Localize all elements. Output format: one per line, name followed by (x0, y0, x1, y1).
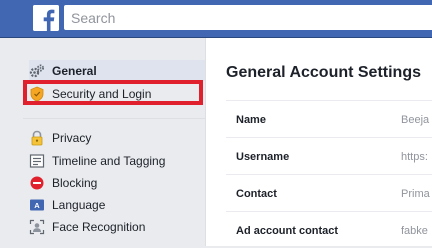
row-value: Beeja (401, 114, 430, 126)
search-input[interactable] (64, 5, 432, 30)
timeline-icon (29, 153, 45, 169)
sidebar-item-label: General (52, 63, 97, 78)
sidebar-item-security-and-login[interactable]: Security and Login (29, 83, 205, 104)
sidebar-item-privacy[interactable]: Privacy (29, 127, 205, 148)
row-label: Username (236, 151, 290, 163)
settings-row-contact[interactable]: Contact Prima (226, 174, 432, 211)
gears-icon (29, 63, 45, 79)
general-settings-panel: General Account Settings Name Beeja User… (205, 38, 432, 246)
sidebar-item-label: Privacy (52, 130, 92, 145)
padlock-icon (29, 130, 45, 146)
sidebar-item-language[interactable]: A Language (29, 194, 205, 215)
row-label: Ad account contact (236, 225, 339, 237)
sidebar-item-blocking[interactable]: Blocking (29, 172, 205, 193)
settings-sidebar: General Security and Login Privacy Timel… (0, 38, 205, 246)
facebook-logo-icon[interactable] (33, 5, 59, 31)
block-icon (29, 175, 45, 191)
face-recognition-icon (29, 219, 45, 235)
svg-text:A: A (34, 201, 40, 210)
sidebar-item-label: Language (52, 197, 106, 212)
sidebar-item-timeline-and-tagging[interactable]: Timeline and Tagging (29, 150, 205, 171)
settings-row-name[interactable]: Name Beeja (226, 100, 432, 137)
language-icon: A (29, 197, 45, 213)
sidebar-item-label: Timeline and Tagging (52, 153, 166, 168)
page-title: General Account Settings (226, 64, 421, 81)
top-navigation-bar (0, 0, 432, 38)
sidebar-item-face-recognition[interactable]: Face Recognition (29, 216, 205, 237)
row-value: Prima (401, 188, 430, 200)
row-label: Name (236, 114, 266, 126)
shield-icon (29, 86, 45, 102)
sidebar-item-general[interactable]: General (29, 60, 205, 81)
settings-row-username[interactable]: Username https: (226, 137, 432, 174)
settings-row-ad-account-contact[interactable]: Ad account contact fabke (226, 211, 432, 248)
sidebar-divider (23, 118, 205, 119)
row-value: fabke (401, 225, 428, 237)
sidebar-item-label: Security and Login (52, 86, 152, 101)
row-label: Contact (236, 188, 277, 200)
sidebar-item-label: Face Recognition (52, 219, 146, 234)
sidebar-item-label: Blocking (52, 175, 98, 190)
row-value: https: (401, 151, 428, 163)
